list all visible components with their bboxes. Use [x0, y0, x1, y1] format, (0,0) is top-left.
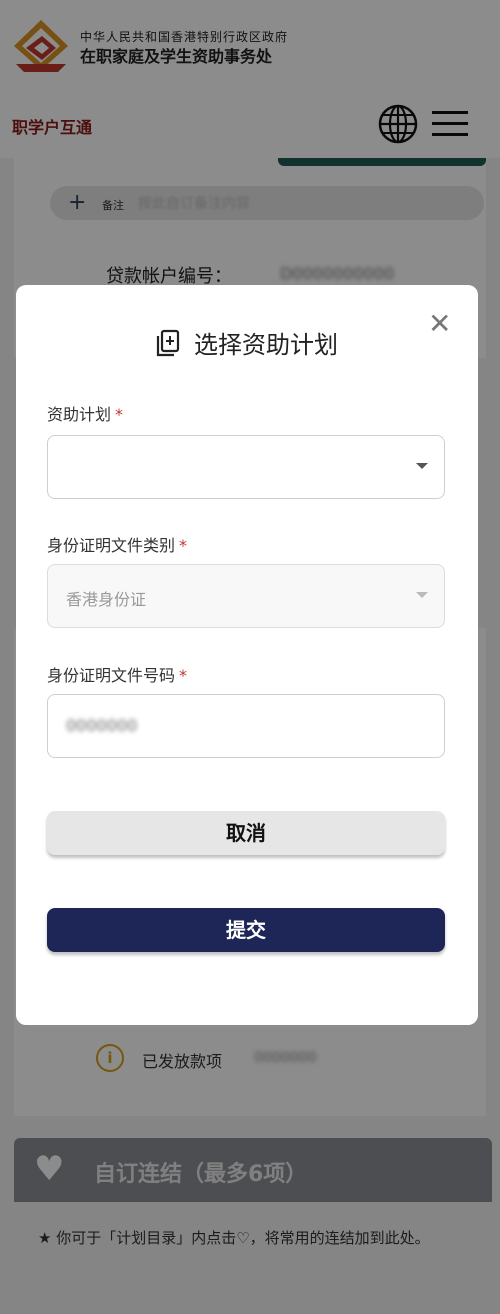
document-icon — [156, 329, 180, 357]
plan-select[interactable] — [47, 435, 445, 499]
id-number-value: 0000000 — [66, 716, 138, 735]
dialog-title: 选择资助计划 — [16, 325, 478, 360]
id-number-label: 身份证明文件号码 * — [47, 666, 188, 685]
id-type-label: 身份证明文件类别 * — [47, 536, 188, 555]
close-icon[interactable]: ✕ — [428, 307, 451, 340]
id-number-input[interactable]: 0000000 — [47, 694, 445, 758]
id-type-select[interactable]: 香港身份证 — [47, 564, 445, 628]
submit-button[interactable]: 提交 — [47, 908, 445, 952]
dropdown-arrow-icon — [416, 592, 428, 598]
dropdown-arrow-icon — [416, 463, 428, 469]
cancel-button[interactable]: 取消 — [47, 811, 445, 855]
dialog-title-text: 选择资助计划 — [194, 331, 338, 359]
select-plan-dialog: 选择资助计划 ✕ 资助计划 * 身份证明文件类别 * 香港身份证 身份证明文件号码 *… — [16, 285, 478, 1025]
id-type-value: 香港身份证 — [66, 590, 147, 609]
plan-label: 资助计划 * — [47, 405, 124, 424]
